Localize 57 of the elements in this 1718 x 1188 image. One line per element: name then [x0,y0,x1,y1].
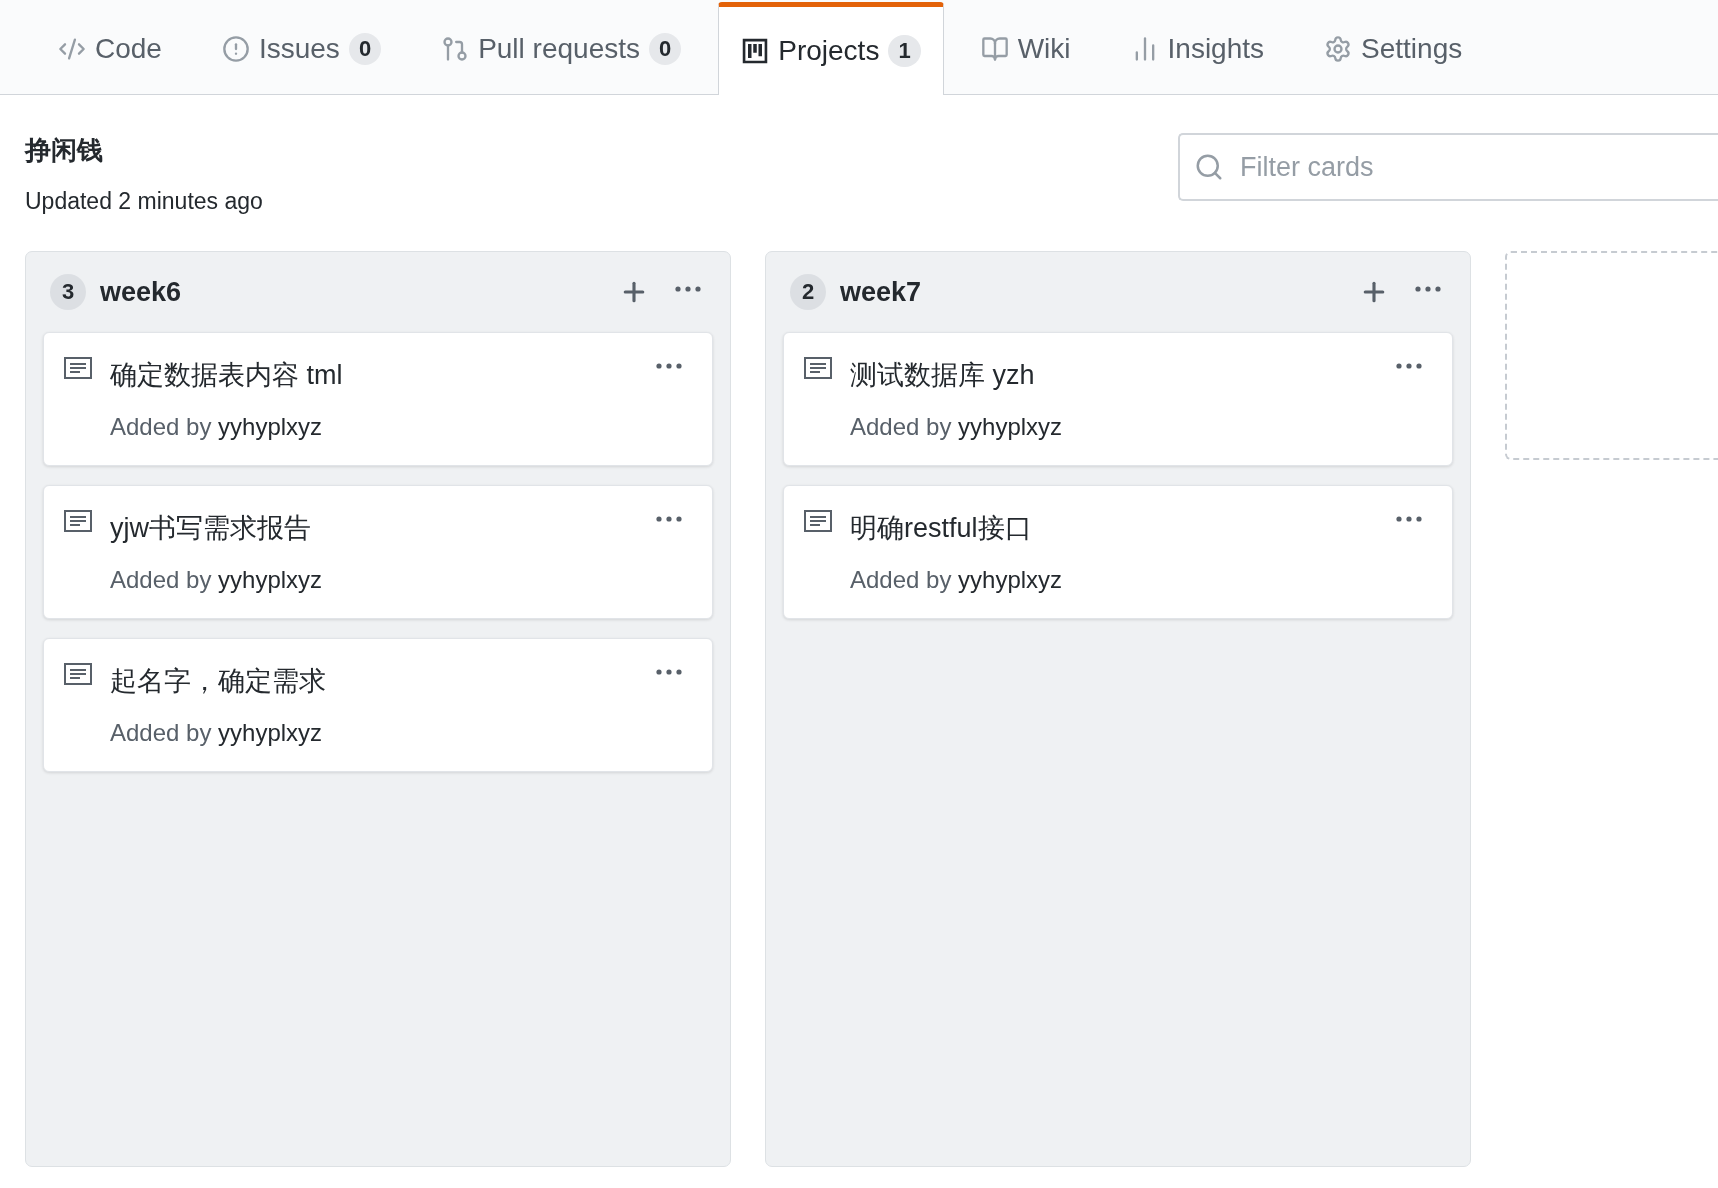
card-title: 确定数据表内容 tml [110,359,344,392]
alert-icon [221,35,250,63]
more-icon [656,516,682,522]
tab[interactable]: Settings [1301,2,1486,95]
note-icon [64,510,92,532]
filter-field[interactable]: Filter cards [1178,133,1718,201]
more-icon [656,363,682,369]
added-by-text: Added by yyhyplxyz [110,413,324,441]
card-count: 3 [50,274,86,310]
added-by-text: Added by yyhyplxyz [850,566,1064,594]
more-button[interactable] [675,286,701,292]
search-icon [1194,152,1224,182]
more-button[interactable] [1396,363,1422,369]
note-card[interactable]: 确定数据表内容 tml Added by yyhyplxyz [43,332,713,466]
book-icon [980,35,1009,63]
tab[interactable]: Projects 1 [718,2,944,95]
card-title: 起名字，确定需求 [110,665,327,698]
tab[interactable]: Pull requests 0 [418,2,705,95]
more-icon [1396,516,1422,522]
note-card[interactable]: yjw书写需求报告 Added by yyhyplxyz [43,485,713,619]
card-title: 测试数据库 yzh [850,359,1036,392]
project-title: 挣闲钱 [25,134,104,167]
added-by-text: Added by yyhyplxyz [850,413,1064,441]
pull-request-icon [441,35,470,63]
updated-text: Updated 2 minutes ago [25,188,263,215]
added-by-text: Added by yyhyplxyz [110,566,324,594]
note-icon [804,357,832,379]
count-badge: 0 [649,33,682,65]
note-card[interactable]: 明确restful接口 Added by yyhyplxyz [783,485,1453,619]
more-icon [1396,363,1422,369]
tab[interactable]: Insights [1107,2,1288,95]
more-button[interactable] [1396,516,1422,522]
more-button[interactable] [656,669,682,675]
project-board-icon [741,37,770,65]
more-button[interactable] [1415,286,1441,292]
added-by-text: Added by yyhyplxyz [110,719,324,747]
more-icon [1415,286,1441,292]
note-icon [804,510,832,532]
card-title: 明确restful接口 [850,512,1033,545]
column-title: week7 [840,276,923,308]
note-icon [64,663,92,685]
note-card[interactable]: 测试数据库 yzh Added by yyhyplxyz [783,332,1453,466]
settings-icon [1324,35,1353,63]
more-icon [656,669,682,675]
tab[interactable]: Wiki [957,2,1094,95]
tab[interactable]: Code [35,2,185,95]
card-count: 2 [790,274,826,310]
count-badge: 1 [888,35,921,67]
more-icon [675,286,701,292]
note-icon [64,357,92,379]
more-button[interactable] [656,363,682,369]
tab[interactable]: Issues 0 [198,2,405,95]
more-button[interactable] [656,516,682,522]
count-badge: 0 [348,33,382,65]
column-title: week6 [100,276,183,308]
card-title: yjw书写需求报告 [110,512,312,545]
note-card[interactable]: 起名字，确定需求 Added by yyhyplxyz [43,638,713,772]
